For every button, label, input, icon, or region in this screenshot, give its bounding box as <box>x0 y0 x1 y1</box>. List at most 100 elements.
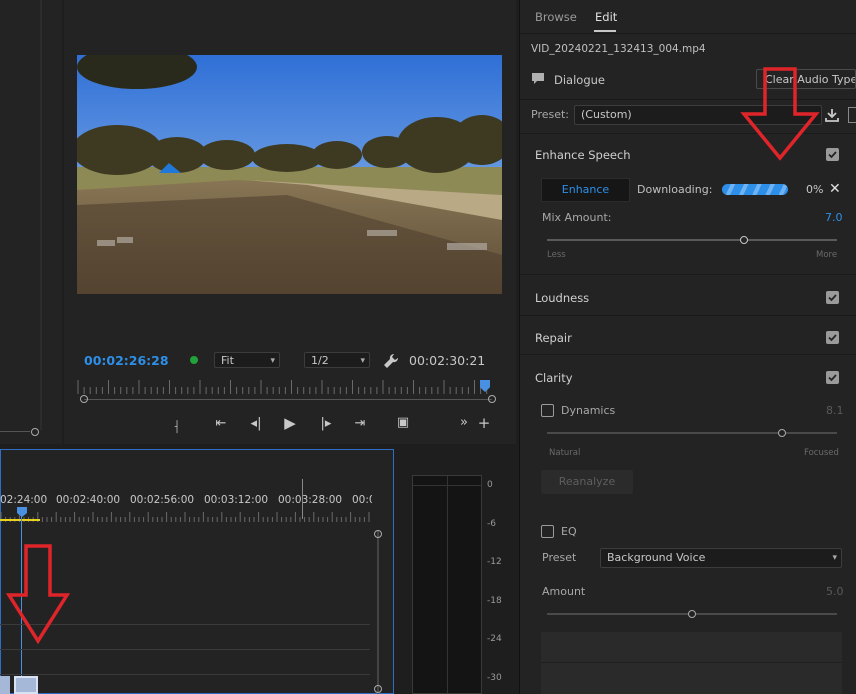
less-label: Less <box>547 250 566 260</box>
download-progress-text: 0% <box>806 183 824 196</box>
mark-in-icon[interactable]: ⸡ <box>166 416 186 434</box>
dynamics-checkbox[interactable] <box>541 404 554 417</box>
chevron-down-icon: ▾ <box>832 553 837 563</box>
focused-label: Focused <box>804 448 839 458</box>
more-controls-icon[interactable]: » <box>454 415 474 430</box>
meter-scale-label: 0 <box>487 480 493 490</box>
preset-value: (Custom) <box>581 108 632 121</box>
annotation-arrow-icon <box>740 67 820 161</box>
fit-dropdown[interactable]: Fit ▾ <box>214 352 280 368</box>
dynamics-label: Dynamics <box>561 404 616 417</box>
zoom-handle-right[interactable] <box>488 395 496 403</box>
dynamics-value: 8.1 <box>826 404 844 417</box>
track-divider <box>0 674 370 675</box>
audio-meter <box>412 475 482 694</box>
timeline-ruler[interactable] <box>0 512 372 522</box>
mix-amount-slider[interactable] <box>547 239 837 241</box>
divider <box>520 33 856 34</box>
more-label: More <box>816 250 838 260</box>
annotation-arrow-icon <box>6 544 70 645</box>
zoom-handle-left[interactable] <box>80 395 88 403</box>
enhance-speech-checkbox[interactable] <box>826 148 839 161</box>
mix-amount-value[interactable]: 7.0 <box>825 211 843 224</box>
reanalyze-button[interactable]: Reanalyze <box>541 470 633 494</box>
clarity-checkbox[interactable] <box>826 371 839 384</box>
meter-scale-label: -30 <box>487 673 502 683</box>
scroll-track <box>0 431 30 432</box>
loudness-checkbox[interactable] <box>826 291 839 304</box>
repair-title: Repair <box>535 331 572 345</box>
resolution-dropdown[interactable]: 1/2 ▾ <box>304 352 370 368</box>
clarity-title: Clarity <box>535 371 573 385</box>
dynamics-slider[interactable] <box>547 432 837 434</box>
tab-edit[interactable]: Edit <box>595 10 617 24</box>
enhance-speech-title: Enhance Speech <box>535 148 631 162</box>
audio-clip[interactable] <box>0 676 10 694</box>
meter-scale-label: -6 <box>487 519 496 529</box>
project-panel <box>0 0 62 444</box>
panel-divider <box>40 0 42 430</box>
export-frame-icon[interactable]: ▣ <box>393 415 413 430</box>
zoom-scrollbar[interactable] <box>84 399 492 400</box>
amount-knob[interactable] <box>688 610 696 618</box>
meter-scale-label: -24 <box>487 634 502 644</box>
amount-label: Amount <box>542 585 586 598</box>
resolution-label: 1/2 <box>311 354 329 367</box>
preset-label: Preset: <box>531 108 570 121</box>
divider <box>520 354 856 355</box>
eq-graph[interactable] <box>541 632 842 694</box>
timeline-time-label: 00:03:28:00 <box>278 494 343 506</box>
eq-preset-dropdown[interactable]: Background Voice ▾ <box>600 548 842 568</box>
chevron-down-icon: ▾ <box>360 356 365 366</box>
track-divider <box>0 649 370 650</box>
active-tab-indicator <box>594 30 616 32</box>
timeline-time-label: 00:02:40:00 <box>56 494 121 506</box>
divider <box>520 274 856 275</box>
clip-name: VID_20240221_132413_004.mp4 <box>531 43 706 55</box>
enhance-button[interactable]: Enhance <box>541 178 630 202</box>
timeline-scrollbar[interactable] <box>374 530 382 694</box>
dialogue-icon <box>530 72 546 89</box>
delete-preset-icon[interactable] <box>848 107 856 123</box>
step-forward-icon[interactable]: |▸ <box>316 416 336 431</box>
repair-checkbox[interactable] <box>826 331 839 344</box>
timeline-time-label: 00:03:12:00 <box>204 494 269 506</box>
chevron-down-icon: ▾ <box>270 356 275 366</box>
cancel-download-icon[interactable]: ✕ <box>829 181 841 197</box>
tab-browse[interactable]: Browse <box>535 10 577 24</box>
downloading-label: Downloading: <box>637 183 713 196</box>
natural-label: Natural <box>549 448 581 458</box>
video-preview[interactable] <box>77 55 502 294</box>
mix-amount-label: Mix Amount: <box>542 211 612 224</box>
play-icon[interactable]: ▶ <box>280 414 300 432</box>
add-button-icon[interactable]: + <box>474 414 494 432</box>
current-timecode[interactable]: 00:02:26:28 <box>84 353 169 368</box>
work-area-bar[interactable] <box>0 519 40 521</box>
eq-checkbox[interactable] <box>541 525 554 538</box>
timeline-time-label: 00:03:0 <box>352 494 372 506</box>
eq-preset-label: Preset <box>542 551 577 564</box>
save-preset-icon[interactable] <box>824 107 840 126</box>
timeline-time-label: 02:24:00 <box>0 494 48 506</box>
dynamics-knob[interactable] <box>777 429 786 437</box>
eq-preset-value: Background Voice <box>607 551 706 564</box>
status-dot <box>190 356 198 364</box>
divider <box>520 315 856 316</box>
wrench-icon[interactable] <box>383 353 399 372</box>
total-duration: 00:02:30:21 <box>409 353 486 368</box>
amount-value: 5.0 <box>826 585 844 598</box>
eq-label: EQ <box>561 525 577 538</box>
meter-scale-label: -12 <box>487 557 502 567</box>
timeline-time-label: 00:02:56:00 <box>130 494 195 506</box>
go-to-out-icon[interactable]: ⇥ <box>350 416 370 431</box>
fit-label: Fit <box>221 354 234 367</box>
audio-type-label: Dialogue <box>554 73 605 87</box>
scroll-handle[interactable] <box>31 428 39 436</box>
meter-scale-label: -18 <box>487 596 502 606</box>
download-progress-bar <box>722 184 788 195</box>
loudness-title: Loudness <box>535 291 590 305</box>
monitor-ruler <box>77 380 488 394</box>
audio-clip-selected[interactable] <box>14 676 38 694</box>
step-back-icon[interactable]: ◂| <box>246 416 266 431</box>
go-to-in-icon[interactable]: ⇤ <box>211 416 231 431</box>
